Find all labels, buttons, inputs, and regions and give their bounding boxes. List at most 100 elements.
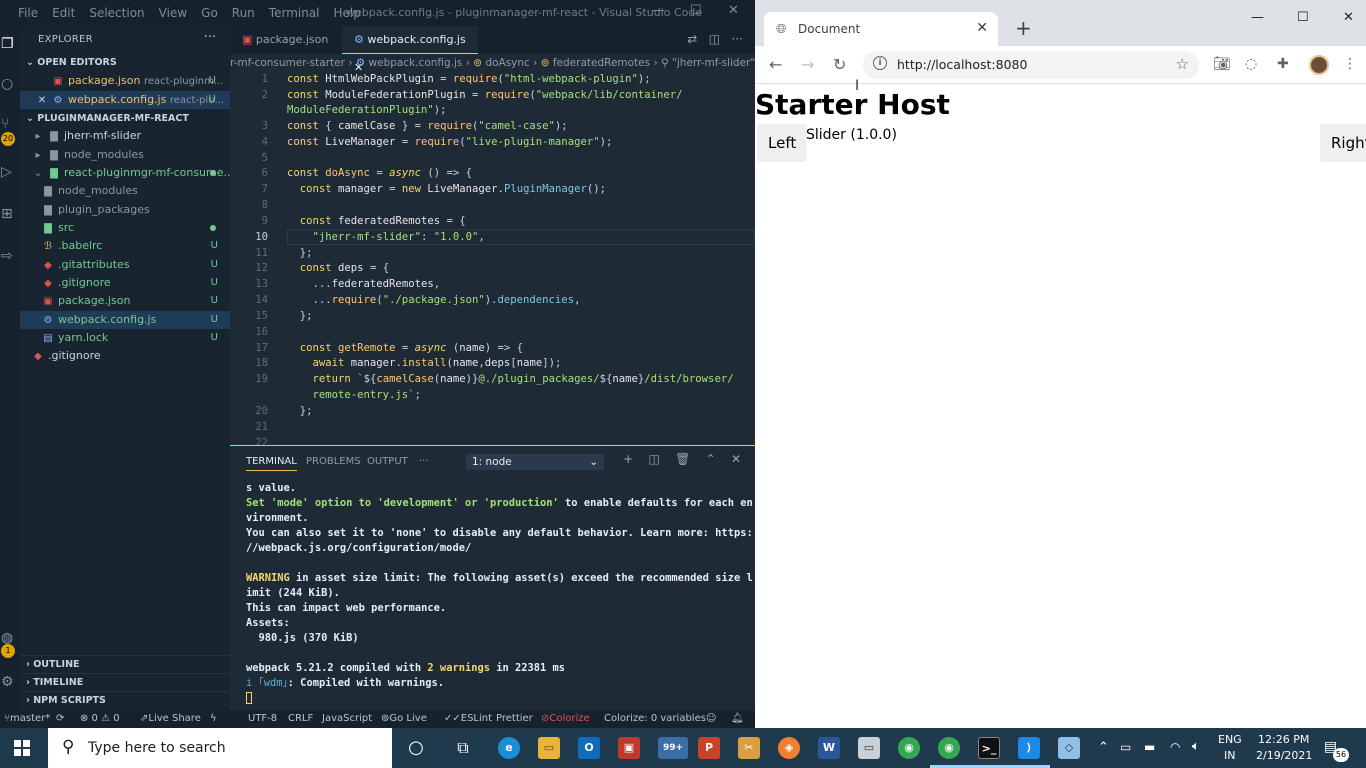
npm-scripts-section[interactable]: › NPM SCRIPTS — [20, 691, 230, 709]
menu-edit[interactable]: Edit — [52, 6, 75, 20]
chrome-icon[interactable]: ◉ — [898, 737, 920, 759]
tab-terminal[interactable]: TERMINAL — [246, 456, 297, 471]
network-icon[interactable]: ▭ — [1120, 740, 1131, 754]
edge-icon[interactable]: e — [498, 737, 520, 759]
star-icon[interactable]: ☆ — [1176, 55, 1189, 73]
close-tab-icon[interactable]: ✕ — [976, 20, 988, 36]
volume-icon[interactable]: 🔈︎ — [1192, 739, 1200, 754]
powerpoint-icon[interactable]: P — [698, 737, 720, 759]
terminal-output[interactable]: s value. Set 'mode' option to 'developme… — [246, 481, 753, 706]
tree-item[interactable]: ▤ yarn.lock U — [20, 329, 230, 347]
tree-item[interactable]: ◆ .gitignore — [20, 347, 230, 365]
status-live-share[interactable]: ⇗ Live Share — [140, 710, 201, 728]
tab-output[interactable]: OUTPUT — [367, 456, 408, 467]
tree-item[interactable]: ▸ ▇ jherr-mf-slider — [20, 127, 230, 145]
panel-more-icon[interactable]: ··· — [419, 456, 429, 467]
maximize-icon[interactable]: ☐ — [690, 3, 702, 18]
outlook-badge[interactable]: 99+ — [658, 737, 688, 759]
lightning-icon[interactable]: ϟ — [210, 710, 217, 728]
tree-item[interactable]: ▇ node_modules — [20, 182, 230, 200]
tree-item[interactable]: ▇ plugin_packages — [20, 201, 230, 219]
word-icon[interactable]: W — [818, 737, 840, 759]
menu-go[interactable]: Go — [201, 6, 218, 20]
status-eol[interactable]: CRLF — [288, 710, 313, 728]
more-actions-icon[interactable]: ··· — [204, 30, 216, 45]
chevron-up-icon[interactable]: ⌃ — [1098, 740, 1109, 755]
run-debug-icon[interactable]: ▷ — [1, 164, 19, 184]
compare-icon[interactable]: ⇄ — [687, 32, 697, 46]
status-prettier[interactable]: Prettier — [496, 710, 533, 728]
left-button[interactable]: Left — [757, 124, 808, 162]
remote-desktop-icon[interactable]: ▭ — [858, 737, 880, 759]
cortana-icon[interactable]: ○ — [405, 737, 427, 759]
minimize-icon[interactable]: — — [1251, 10, 1264, 25]
address-bar[interactable]: i http://localhost:8080 ☆ — [863, 51, 1199, 79]
new-tab-icon[interactable]: + — [1015, 16, 1032, 40]
clock-date[interactable]: 2/19/2021 — [1256, 749, 1312, 762]
close-editor-icon[interactable]: ✕ — [36, 92, 48, 109]
forward-icon[interactable]: → — [801, 55, 814, 74]
language-top[interactable]: ENG — [1218, 733, 1242, 746]
task-view-icon[interactable]: ⧉ — [452, 737, 474, 759]
trash-icon[interactable]: 🗑 — [675, 452, 690, 466]
status-colorize-vars[interactable]: Colorize: 0 variables — [604, 710, 706, 728]
split-terminal-icon[interactable]: ◫ — [649, 452, 660, 466]
menu-terminal[interactable]: Terminal — [269, 6, 320, 20]
windows-start-icon[interactable] — [14, 740, 30, 756]
vscode-icon[interactable]: ⟩ — [1018, 737, 1040, 759]
outline-section[interactable]: › OUTLINE — [20, 655, 230, 673]
camera-icon[interactable]: 📷︎ — [1213, 56, 1231, 72]
minimize-icon[interactable]: — — [652, 3, 665, 18]
back-icon[interactable]: ← — [769, 55, 782, 74]
extensions-icon[interactable]: ⊞ — [1, 206, 19, 226]
tab-problems[interactable]: PROBLEMS — [306, 456, 361, 467]
clock-time[interactable]: 12:26 PM — [1258, 733, 1309, 746]
tab-webpack-config[interactable]: ⚙ webpack.config.js ✕ — [342, 26, 478, 74]
menu-view[interactable]: View — [159, 6, 187, 20]
tree-item[interactable]: ◆ .gitattributes U — [20, 256, 230, 274]
menu-run[interactable]: Run — [232, 6, 255, 20]
extension-circle-icon[interactable]: ◌ — [1245, 56, 1257, 72]
menu-icon[interactable]: ⋮ — [1343, 56, 1357, 72]
outlook-icon[interactable]: O — [578, 737, 600, 759]
tree-item[interactable]: ℬ .babelrc U — [20, 237, 230, 255]
gear-icon[interactable]: ⚙ — [1, 674, 19, 694]
app-icon[interactable]: ◇ — [1058, 737, 1080, 759]
status-errors[interactable]: ⊗ 0 ⚠ 0 — [80, 710, 120, 728]
status-go-live[interactable]: ⊚ Go Live — [381, 710, 427, 728]
tree-item-selected[interactable]: ⚙ webpack.config.js U — [20, 311, 230, 329]
tree-item[interactable]: ▣ package.json U — [20, 292, 230, 310]
status-language[interactable]: JavaScript — [322, 710, 372, 728]
terminal-select[interactable]: 1: node ⌄ — [466, 454, 604, 470]
info-icon[interactable]: i — [873, 56, 887, 70]
tree-item[interactable]: ▇ src — [20, 219, 230, 237]
close-icon[interactable]: ✕ — [728, 3, 739, 18]
battery-icon[interactable]: ▬ — [1144, 740, 1155, 754]
taskbar-search[interactable]: ⚲ Type here to search — [48, 728, 392, 768]
maximize-icon[interactable]: ☐ — [1297, 10, 1309, 25]
code-editor[interactable]: 1 const HtmlWebPackPlugin = require("htm… — [230, 72, 755, 445]
status-eslint[interactable]: ✓✓ ESLint — [444, 710, 492, 728]
bell-icon[interactable]: 🔔︎ — [731, 710, 744, 728]
open-editors-section[interactable]: ⌄ OPEN EDITORS — [20, 54, 230, 72]
chevron-up-icon[interactable]: ⌃ — [706, 452, 716, 466]
explorer-icon[interactable]: ❐ — [1, 36, 19, 56]
brave-icon[interactable]: ◈ — [778, 737, 800, 759]
puzzle-icon[interactable]: ✚ — [1277, 56, 1289, 72]
status-encoding[interactable]: UTF-8 — [248, 710, 277, 728]
menu-file[interactable]: File — [18, 6, 38, 20]
open-editor-item[interactable]: ▣ package.json react-pluginm... U — [20, 72, 230, 90]
terminal-icon[interactable]: >_ — [978, 737, 1000, 759]
close-panel-icon[interactable]: ✕ — [731, 452, 741, 466]
remote-icon[interactable]: ⇨ — [1, 248, 19, 268]
split-editor-icon[interactable]: ◫ — [709, 32, 720, 46]
open-editor-item-active[interactable]: ✕ ⚙ webpack.config.js react-plu... U — [20, 91, 230, 109]
right-button[interactable]: Right — [1320, 124, 1366, 162]
browser-tab[interactable]: 🌐︎ Document ✕ — [764, 12, 998, 46]
sync-icon[interactable]: ⟳ — [56, 710, 64, 728]
language-bottom[interactable]: IN — [1224, 749, 1235, 762]
tree-item[interactable]: ▸ ▇ node_modules — [20, 146, 230, 164]
chrome-profile-icon[interactable]: ◉ — [938, 737, 960, 759]
project-section[interactable]: ⌄ PLUGINMANAGER-MF-REACT — [20, 110, 230, 128]
wifi-icon[interactable]: ◠ — [1170, 740, 1180, 754]
